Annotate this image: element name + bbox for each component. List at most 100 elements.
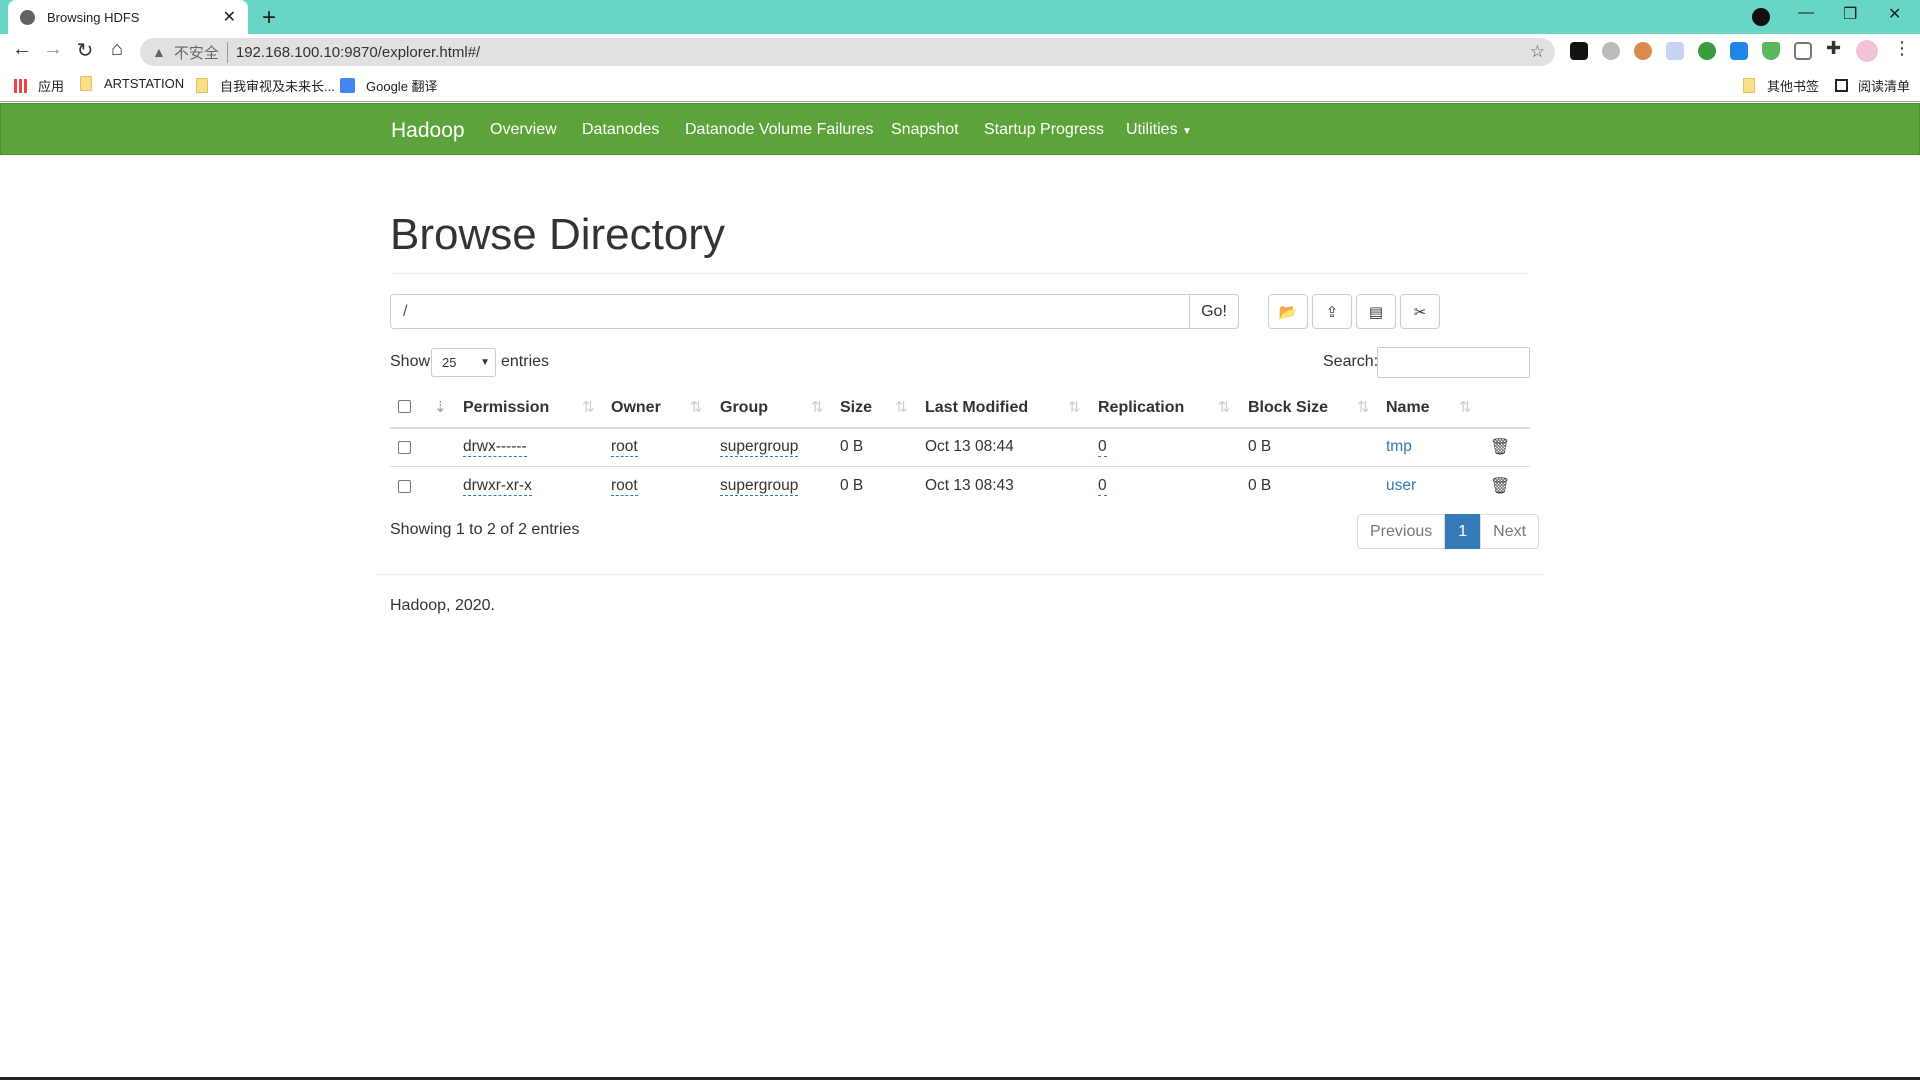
puzzle-icon[interactable]: ✚ [1826, 38, 1841, 59]
footer-text: Hadoop, 2020. [390, 597, 495, 614]
table-row: drwxr-xr-x root supergroup 0 B Oct 13 08… [390, 468, 1530, 506]
sort-asc-icon[interactable]: ⇣ [434, 398, 447, 416]
entries-select[interactable]: 25 ▼ [431, 348, 496, 377]
bookmark-label: 阅读清单 [1858, 79, 1911, 94]
extension-icon[interactable] [1794, 42, 1812, 60]
col-last-modified[interactable]: Last Modified [925, 399, 1028, 417]
address-bar[interactable]: ▲ 不安全 192.168.100.10:9870/explorer.html#… [140, 38, 1555, 66]
forward-icon[interactable]: → [40, 38, 66, 61]
col-block-size[interactable]: Block Size [1248, 399, 1328, 417]
entries-summary: Showing 1 to 2 of 2 entries [390, 521, 580, 538]
bookmark-label: 自我审视及未来长... [220, 79, 335, 94]
close-tab-icon[interactable]: ✕ [223, 7, 236, 27]
menu-icon[interactable]: ⋮ [1893, 38, 1911, 59]
back-icon[interactable]: ← [9, 38, 35, 61]
bookmark-folder[interactable]: 自我审视及未来长... [196, 76, 335, 95]
list-icon: ▤ [1368, 303, 1384, 321]
not-secure-label: 不安全 [174, 41, 228, 63]
minimize-button[interactable]: — [1798, 4, 1814, 22]
close-window-button[interactable]: ✕ [1888, 4, 1901, 24]
chevron-down-icon: ▼ [480, 357, 490, 368]
cut-button[interactable]: ▤ [1356, 294, 1396, 329]
extension-icon[interactable] [1666, 42, 1684, 60]
name-link[interactable]: tmp [1386, 438, 1412, 456]
bookmark-google-translate[interactable]: Google 翻译 [340, 76, 438, 95]
trash-icon[interactable]: 🗑 [1490, 476, 1510, 496]
sort-icon[interactable]: ⇅ [690, 398, 703, 416]
reading-list[interactable]: 阅读清单 [1835, 76, 1910, 95]
folder-icon [80, 76, 92, 91]
select-all-checkbox[interactable] [398, 400, 411, 413]
profile-menu-icon[interactable] [1752, 8, 1770, 26]
nav-utilities[interactable]: Utilities ▼ [1126, 121, 1192, 139]
browser-tab[interactable]: Browsing HDFS ✕ [8, 0, 248, 34]
trash-icon[interactable]: 🗑 [1490, 437, 1510, 457]
nav-startup-progress[interactable]: Startup Progress [984, 121, 1104, 139]
reload-icon[interactable]: ↻ [72, 38, 98, 63]
sort-icon[interactable]: ⇅ [811, 398, 824, 416]
paste-icon: ✂ [1413, 303, 1427, 321]
extension-icon[interactable] [1602, 42, 1620, 60]
restore-button[interactable]: ❐ [1843, 4, 1857, 24]
bookmark-artstation[interactable]: ARTSTATION [80, 76, 184, 91]
path-input[interactable] [390, 294, 1190, 329]
globe-icon [20, 9, 35, 25]
nav-overview[interactable]: Overview [490, 121, 557, 139]
size: 0 B [840, 477, 864, 494]
adguard-icon[interactable] [1762, 42, 1780, 60]
go-button[interactable]: Go! [1189, 294, 1239, 329]
col-group[interactable]: Group [720, 399, 768, 417]
caret-down-icon: ▼ [1182, 126, 1192, 137]
bookmark-star-icon[interactable]: ☆ [1530, 42, 1545, 62]
search-label: Search: [1323, 353, 1379, 370]
paste-button[interactable]: ✂ [1400, 294, 1440, 329]
col-permission[interactable]: Permission [463, 399, 549, 417]
create-directory-button[interactable]: 📂 [1268, 294, 1308, 329]
sort-icon[interactable]: ⇅ [1218, 398, 1231, 416]
row-checkbox[interactable] [398, 441, 411, 454]
col-name[interactable]: Name [1386, 399, 1430, 417]
next-button[interactable]: Next [1480, 514, 1540, 549]
url-text: 192.168.100.10:9870/explorer.html#/ [235, 43, 481, 61]
nav-snapshot[interactable]: Snapshot [891, 121, 959, 139]
permission-link[interactable]: drwxr-xr-x [463, 477, 532, 496]
col-replication[interactable]: Replication [1098, 399, 1184, 417]
sort-icon[interactable]: ⇅ [582, 398, 595, 416]
tab-title: Browsing HDFS [47, 9, 140, 25]
col-size[interactable]: Size [840, 399, 872, 417]
row-checkbox[interactable] [398, 480, 411, 493]
nav-volume-failures[interactable]: Datanode Volume Failures [685, 121, 874, 139]
brand[interactable]: Hadoop [391, 119, 465, 143]
home-icon[interactable]: ⌂ [104, 38, 130, 61]
sort-icon[interactable]: ⇅ [1357, 398, 1370, 416]
extension-icon[interactable] [1570, 42, 1588, 60]
group-link[interactable]: supergroup [720, 477, 799, 496]
previous-button[interactable]: Previous [1357, 514, 1446, 549]
reading-list-icon [1835, 79, 1848, 92]
bookmark-label: 其他书签 [1767, 79, 1820, 94]
owner-link[interactable]: root [611, 438, 638, 457]
page-1-button[interactable]: 1 [1445, 514, 1481, 549]
extension-icon[interactable] [1730, 42, 1748, 60]
bookmark-apps[interactable]: 应用 [14, 76, 64, 95]
divider [390, 273, 1530, 274]
nav-datanodes[interactable]: Datanodes [582, 121, 659, 139]
sort-icon[interactable]: ⇅ [895, 398, 908, 416]
replication-link[interactable]: 0 [1098, 438, 1107, 457]
new-tab-button[interactable]: + [262, 4, 276, 32]
name-link[interactable]: user [1386, 477, 1416, 495]
extension-icon[interactable] [1634, 42, 1652, 60]
upload-button[interactable]: ⇪ [1312, 294, 1352, 329]
show-label: Show [390, 353, 431, 370]
col-owner[interactable]: Owner [611, 399, 661, 417]
sort-icon[interactable]: ⇅ [1068, 398, 1081, 416]
avatar[interactable] [1856, 40, 1878, 62]
group-link[interactable]: supergroup [720, 438, 799, 457]
replication-link[interactable]: 0 [1098, 477, 1107, 496]
search-input[interactable] [1377, 347, 1530, 378]
extension-icon[interactable] [1698, 42, 1716, 60]
owner-link[interactable]: root [611, 477, 638, 496]
other-bookmarks[interactable]: 其他书签 [1743, 76, 1819, 95]
sort-icon[interactable]: ⇅ [1459, 398, 1472, 416]
permission-link[interactable]: drwx------ [463, 438, 527, 457]
